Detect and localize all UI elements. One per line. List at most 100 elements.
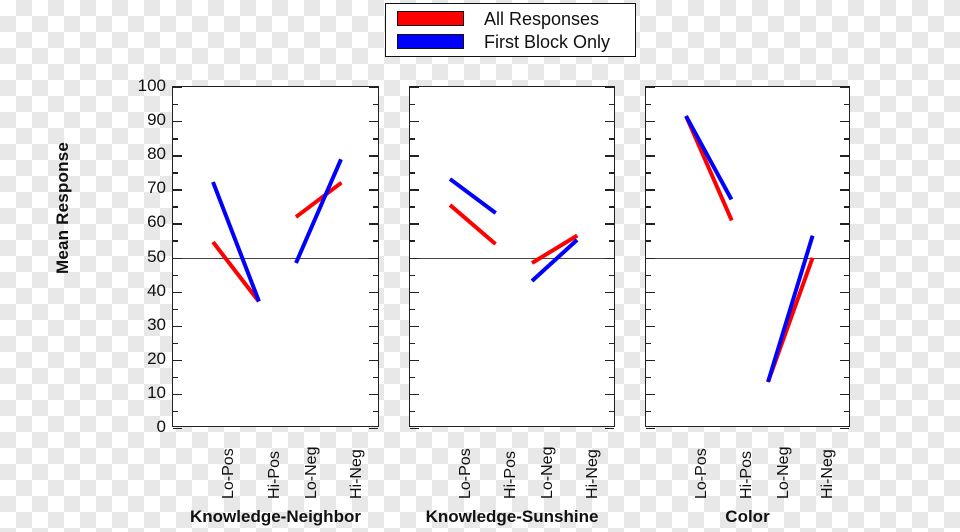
axis-tick bbox=[646, 308, 651, 311]
axis-tick bbox=[605, 291, 614, 293]
axis-tick bbox=[844, 274, 849, 276]
y-axis-label: Mean Response bbox=[53, 141, 72, 275]
axis-tick bbox=[369, 428, 378, 430]
axis-tick bbox=[173, 206, 178, 208]
axis-tick bbox=[844, 104, 849, 106]
y-axis-tick-labels: 0 10 20 30 40 50 60 70 80 90 100 bbox=[110, 76, 166, 436]
axis-tick bbox=[646, 138, 651, 140]
axis-tick bbox=[844, 410, 849, 413]
legend-swatch-first-block-only bbox=[397, 34, 464, 49]
plot-panel bbox=[409, 86, 615, 430]
y-tick-label: 80 bbox=[147, 144, 166, 164]
axis-tick bbox=[410, 325, 419, 328]
axis-tick bbox=[173, 189, 182, 191]
axis-tick bbox=[605, 359, 614, 362]
axis-tick bbox=[369, 121, 378, 123]
axis-tick bbox=[840, 428, 849, 430]
axis-tick bbox=[844, 308, 849, 311]
axis-tick bbox=[605, 325, 614, 328]
axis-tick bbox=[373, 104, 378, 106]
axis-tick bbox=[410, 240, 415, 242]
axis-tick bbox=[410, 206, 415, 208]
data-line-segment bbox=[211, 181, 261, 303]
axis-tick bbox=[609, 104, 614, 106]
axis-tick bbox=[844, 240, 849, 242]
axis-tick bbox=[410, 291, 419, 293]
x-tick-label: Hi-Neg bbox=[819, 449, 837, 499]
panel-title: Color bbox=[725, 507, 770, 526]
axis-tick bbox=[605, 428, 614, 430]
axis-tick bbox=[646, 155, 655, 157]
reference-line-50 bbox=[173, 257, 378, 259]
axis-tick bbox=[173, 121, 182, 123]
axis-tick bbox=[410, 104, 415, 106]
axis-tick bbox=[840, 291, 849, 293]
axis-tick bbox=[844, 342, 849, 345]
axis-tick bbox=[609, 274, 614, 276]
axis-tick bbox=[646, 274, 651, 276]
y-tick-label: 90 bbox=[147, 110, 166, 130]
y-tick-label: 100 bbox=[137, 76, 166, 95]
x-tick-label: Lo-Pos bbox=[219, 448, 237, 499]
axis-tick bbox=[373, 240, 378, 242]
axis-tick bbox=[173, 308, 178, 311]
axis-tick bbox=[609, 240, 614, 242]
x-tick-label: Lo-Pos bbox=[456, 448, 474, 499]
axis-tick bbox=[410, 359, 419, 362]
axis-tick bbox=[844, 376, 849, 379]
legend-item-all-responses: All Responses bbox=[386, 7, 635, 30]
axis-tick bbox=[646, 359, 655, 362]
axis-tick bbox=[410, 274, 415, 276]
axis-tick bbox=[173, 291, 182, 293]
axis-tick bbox=[609, 376, 614, 379]
axis-tick bbox=[373, 206, 378, 208]
axis-tick bbox=[410, 172, 415, 174]
axis-tick bbox=[369, 189, 378, 191]
panel-title: Knowledge-Neighbor bbox=[190, 507, 361, 526]
axis-tick bbox=[646, 257, 655, 259]
axis-tick bbox=[844, 206, 849, 208]
y-tick-label: 30 bbox=[147, 314, 166, 334]
axis-tick bbox=[373, 274, 378, 276]
axis-tick bbox=[369, 223, 378, 225]
axis-tick bbox=[605, 121, 614, 123]
axis-tick bbox=[646, 342, 651, 345]
y-tick-label: 50 bbox=[147, 246, 166, 266]
axis-tick bbox=[605, 393, 614, 396]
axis-tick bbox=[373, 342, 378, 345]
x-tick-label: Lo-Neg bbox=[539, 446, 557, 499]
axis-tick bbox=[840, 393, 849, 396]
axis-tick bbox=[373, 138, 378, 140]
axis-tick bbox=[369, 291, 378, 293]
axis-tick bbox=[373, 376, 378, 379]
legend-label-first-block-only: First Block Only bbox=[484, 31, 611, 52]
axis-tick bbox=[605, 223, 614, 225]
axis-tick bbox=[605, 87, 614, 89]
axis-tick bbox=[410, 87, 419, 89]
axis-tick bbox=[173, 223, 182, 225]
axis-tick bbox=[410, 155, 419, 157]
y-tick-label: 60 bbox=[147, 212, 166, 232]
axis-tick bbox=[173, 359, 182, 362]
x-tick-label: Hi-Pos bbox=[738, 450, 756, 499]
axis-tick bbox=[646, 172, 651, 174]
axis-tick bbox=[173, 104, 178, 106]
data-line-segment bbox=[683, 115, 733, 201]
axis-tick bbox=[373, 172, 378, 174]
axis-tick bbox=[646, 206, 651, 208]
panel-title: Knowledge-Sunshine bbox=[425, 507, 599, 526]
axis-tick bbox=[410, 121, 419, 123]
axis-tick bbox=[173, 393, 182, 396]
axis-tick bbox=[840, 359, 849, 362]
axis-tick bbox=[605, 155, 614, 157]
axis-tick bbox=[173, 155, 182, 157]
axis-tick bbox=[609, 138, 614, 140]
axis-tick bbox=[373, 410, 378, 413]
axis-tick bbox=[646, 376, 651, 379]
axis-tick bbox=[173, 376, 178, 379]
y-tick-label: 40 bbox=[147, 280, 166, 300]
axis-tick bbox=[410, 308, 415, 311]
axis-tick bbox=[369, 325, 378, 328]
axis-tick bbox=[173, 342, 178, 345]
axis-tick bbox=[609, 172, 614, 174]
